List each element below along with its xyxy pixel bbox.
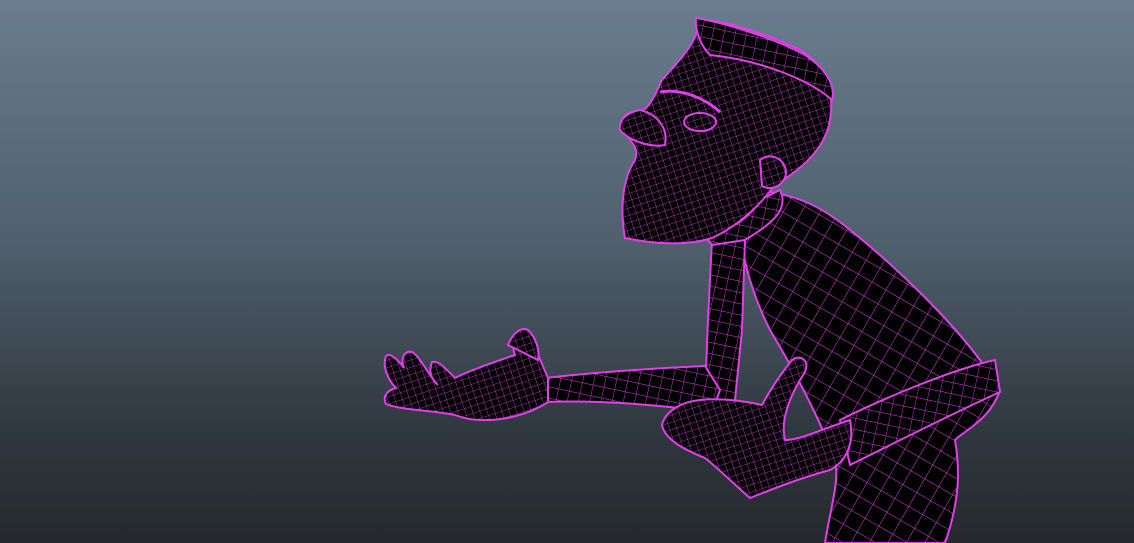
torso-mesh[interactable] — [738, 188, 1002, 543]
ear-mesh[interactable] — [758, 155, 788, 190]
eye-mesh[interactable] — [683, 112, 717, 132]
wireframe-scene[interactable] — [0, 0, 1134, 543]
maya-viewport[interactable] — [0, 0, 1134, 543]
character-mesh[interactable] — [383, 16, 1002, 543]
